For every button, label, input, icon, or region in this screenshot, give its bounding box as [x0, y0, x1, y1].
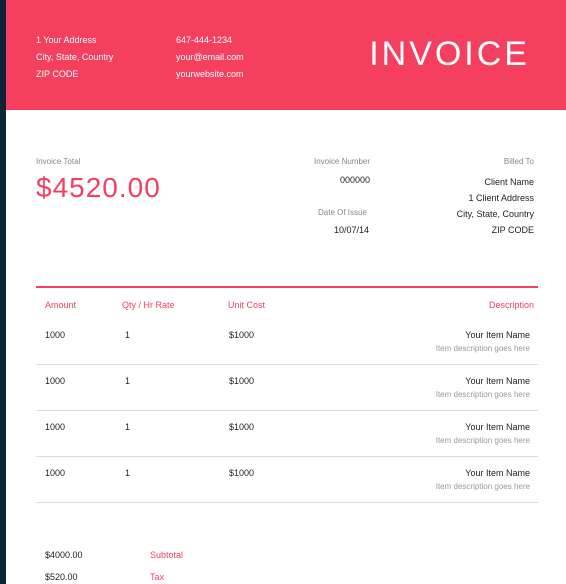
address-line-2: City, State, Country	[36, 52, 114, 62]
invoice-header: 1 Your Address City, State, Country ZIP …	[6, 0, 566, 110]
table-top-rule	[36, 286, 538, 288]
header-description: Description	[488, 300, 534, 310]
row-item-name: Your Item Name	[465, 376, 530, 386]
header-qty: Qty / Hr Rate	[122, 300, 175, 310]
row-unit-cost: $1000	[229, 376, 255, 386]
row-amount: 1000	[45, 422, 66, 432]
row-unit-cost: $1000	[229, 468, 255, 478]
row-qty: 1	[125, 422, 131, 432]
row-item-description: Item description goes here	[435, 436, 530, 445]
row-unit-cost: $1000	[229, 330, 255, 340]
row-amount: 1000	[45, 376, 66, 386]
date-value: 10/07/14	[334, 225, 370, 235]
email: your@email.com	[176, 52, 244, 62]
subtotal-label: Subtotal	[150, 550, 184, 560]
invoice-total: $4520.00	[36, 172, 161, 203]
header-amount: Amount	[45, 300, 77, 310]
invoice-title: INVOICE	[369, 35, 530, 73]
invoice-number-label: Invoice Number	[314, 157, 371, 166]
phone: 647-444-1234	[176, 35, 233, 45]
website: yourwebsite.com	[176, 69, 244, 79]
date-label: Date Of Issue	[318, 208, 367, 217]
row-qty: 1	[125, 376, 131, 386]
table-row: 1000 1 $1000 Your Item Name Item descrip…	[36, 456, 538, 503]
row-item-name: Your Item Name	[465, 330, 530, 340]
client-zip: ZIP CODE	[491, 225, 534, 235]
row-amount: 1000	[45, 330, 66, 340]
invoice-number: 000000	[340, 175, 371, 185]
tax-value: $520.00	[45, 572, 78, 582]
row-item-name: Your Item Name	[465, 422, 530, 432]
row-qty: 1	[125, 330, 131, 340]
subtotal-value: $4000.00	[45, 550, 83, 560]
row-item-name: Your Item Name	[465, 468, 530, 478]
client-city: City, State, Country	[456, 209, 534, 219]
sender-contact: 647-444-1234 your@email.com yourwebsite.…	[176, 32, 244, 83]
table-row: 1000 1 $1000 Your Item Name Item descrip…	[36, 410, 538, 457]
client-address: 1 Client Address	[468, 193, 534, 203]
tax-label: Tax	[150, 572, 165, 582]
row-item-description: Item description goes here	[435, 390, 530, 399]
row-amount: 1000	[45, 468, 66, 478]
row-unit-cost: $1000	[229, 422, 255, 432]
table-row: 1000 1 $1000 Your Item Name Item descrip…	[36, 318, 538, 365]
billed-to-label: Billed To	[503, 157, 534, 166]
table-row: 1000 1 $1000 Your Item Name Item descrip…	[36, 364, 538, 411]
address-line-1: 1 Your Address	[36, 35, 97, 45]
row-item-description: Item description goes here	[435, 344, 530, 353]
row-qty: 1	[125, 468, 131, 478]
address-line-3: ZIP CODE	[36, 69, 79, 79]
billed-to: Client Name 1 Client Address City, State…	[457, 174, 534, 238]
row-item-description: Item description goes here	[435, 482, 530, 491]
header-unit-cost: Unit Cost	[228, 300, 266, 310]
invoice-total-label: Invoice Total	[36, 157, 81, 166]
sender-address: 1 Your Address City, State, Country ZIP …	[36, 32, 113, 83]
client-name: Client Name	[484, 177, 534, 187]
